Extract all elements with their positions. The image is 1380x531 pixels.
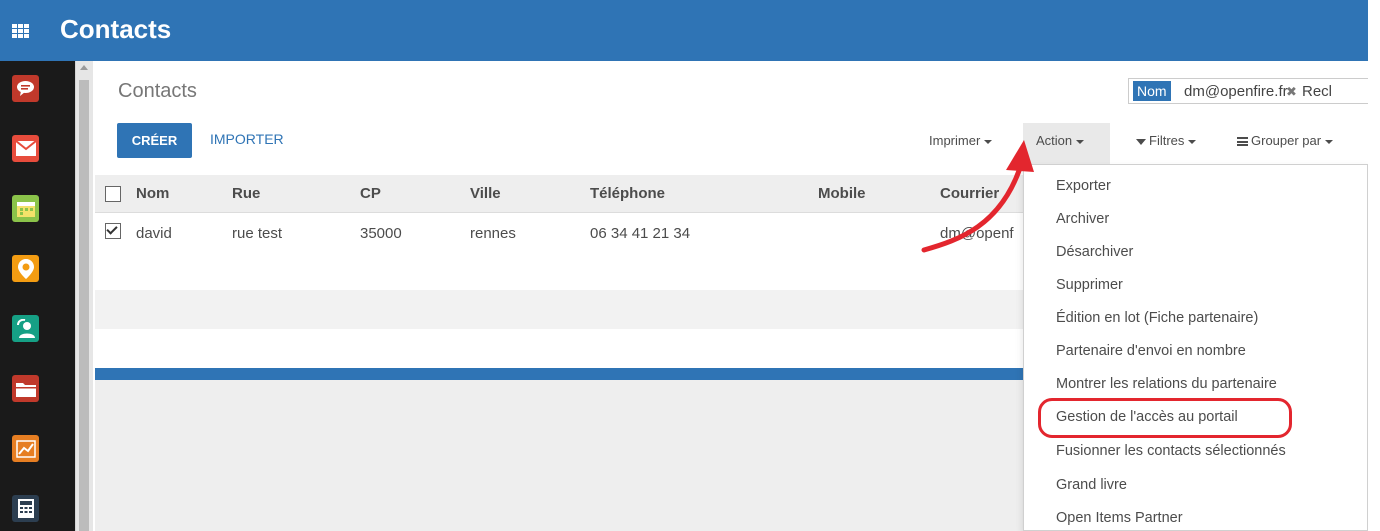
search-facet-label: Nom: [1133, 81, 1171, 101]
app-sidebar: [0, 61, 75, 531]
menu-item-grand-livre[interactable]: Grand livre: [1056, 477, 1127, 493]
column-header-nom[interactable]: Nom: [136, 185, 169, 202]
annotation-highlight-ring: [1038, 398, 1292, 438]
cell-nom: david: [136, 225, 172, 242]
select-all-checkbox[interactable]: [105, 186, 121, 202]
row-checkbox[interactable]: [105, 223, 121, 239]
action-dropdown[interactable]: Action: [1036, 133, 1085, 148]
filters-dropdown[interactable]: Filtres: [1136, 133, 1197, 148]
empty-row: [95, 329, 1023, 368]
column-header-ville[interactable]: Ville: [470, 185, 501, 202]
cell-ville: rennes: [470, 225, 516, 242]
print-dropdown[interactable]: Imprimer: [929, 133, 993, 148]
contacts-icon[interactable]: [12, 315, 39, 342]
menu-item-archiver[interactable]: Archiver: [1056, 211, 1109, 227]
reporting-icon[interactable]: [12, 435, 39, 462]
empty-row: [95, 290, 1023, 329]
remove-facet-icon[interactable]: ✖: [1286, 84, 1297, 100]
empty-content-area: [95, 380, 1023, 531]
list-icon: [1237, 137, 1248, 147]
filter-icon: [1136, 138, 1146, 145]
caret-down-icon: [984, 139, 993, 144]
calculator-icon[interactable]: [12, 495, 39, 522]
discuss-icon[interactable]: [12, 75, 39, 102]
menu-item-partenaire-envoi[interactable]: Partenaire d'envoi en nombre: [1056, 343, 1246, 359]
caret-down-icon: [1076, 139, 1085, 144]
documents-icon[interactable]: [12, 375, 39, 402]
column-header-cp[interactable]: CP: [360, 185, 381, 202]
column-header-courriel[interactable]: Courrier: [940, 185, 1023, 202]
column-header-rue[interactable]: Rue: [232, 185, 260, 202]
cell-telephone: 06 34 41 21 34: [590, 225, 691, 242]
cell-courriel: dm@openf: [940, 225, 1014, 242]
column-header-mobile[interactable]: Mobile: [818, 185, 866, 202]
cell-cp: 35000: [360, 225, 402, 242]
mail-icon[interactable]: [12, 135, 39, 162]
location-icon[interactable]: [12, 255, 39, 282]
menu-item-open-items-partner[interactable]: Open Items Partner: [1056, 510, 1183, 526]
scrollbar-thumb[interactable]: [79, 80, 89, 531]
import-button[interactable]: IMPORTER: [210, 131, 284, 147]
menu-item-supprimer[interactable]: Supprimer: [1056, 277, 1123, 293]
group-by-dropdown[interactable]: Grouper par: [1237, 133, 1334, 148]
search-facet-value: dm@openfire.fr: [1184, 83, 1288, 100]
app-title: Contacts: [60, 14, 172, 44]
checkmark-icon: [106, 223, 118, 235]
group-by-label: Grouper par: [1251, 133, 1322, 148]
menu-item-fusionner-contacts[interactable]: Fusionner les contacts sélectionnés: [1056, 443, 1286, 459]
list-footer-bar: [95, 368, 1023, 380]
menu-item-desarchiver[interactable]: Désarchiver: [1056, 244, 1133, 260]
menu-item-exporter[interactable]: Exporter: [1056, 178, 1111, 194]
apps-grid-icon[interactable]: [12, 24, 29, 38]
top-navbar: Contacts: [0, 0, 1368, 61]
breadcrumb: Contacts: [118, 80, 197, 102]
action-label: Action: [1036, 133, 1073, 148]
empty-row: [95, 251, 1023, 290]
filters-label: Filtres: [1149, 133, 1185, 148]
caret-down-icon: [1188, 139, 1197, 144]
search-input[interactable]: Recl: [1302, 83, 1332, 100]
caret-down-icon: [1325, 139, 1334, 144]
print-label: Imprimer: [929, 133, 981, 148]
scroll-up-arrow-icon[interactable]: [80, 65, 88, 70]
calendar-icon[interactable]: [12, 195, 39, 222]
create-button[interactable]: CRÉER: [117, 123, 192, 158]
window-edge: [1368, 0, 1380, 531]
column-header-telephone[interactable]: Téléphone: [590, 185, 665, 202]
cell-rue: rue test: [232, 225, 283, 242]
menu-item-edition-en-lot[interactable]: Édition en lot (Fiche partenaire): [1056, 310, 1258, 326]
menu-item-relations-partenaire[interactable]: Montrer les relations du partenaire: [1056, 376, 1277, 392]
